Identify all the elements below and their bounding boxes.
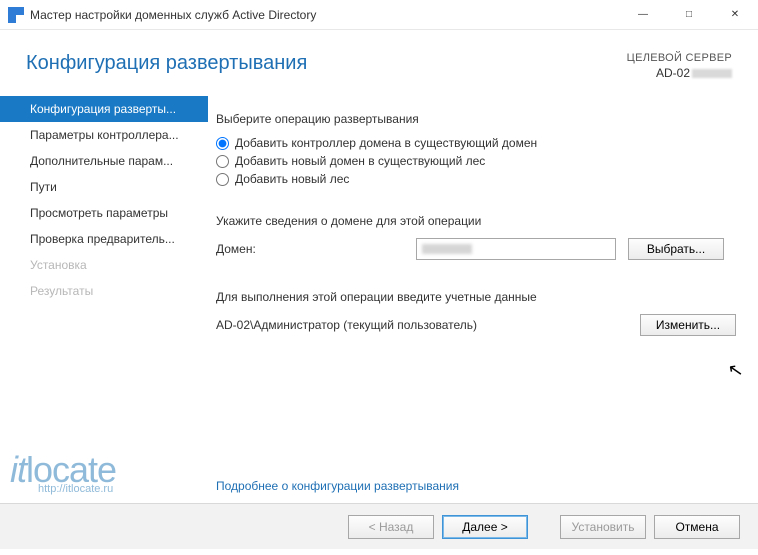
radio-input-new-forest[interactable] <box>216 173 229 186</box>
sidebar-item-prereq-check[interactable]: Проверка предваритель... <box>0 226 208 252</box>
more-info-link[interactable]: Подробнее о конфигурации развертывания <box>216 479 459 493</box>
sidebar-item-additional-options[interactable]: Дополнительные парам... <box>0 148 208 174</box>
minimize-button[interactable]: — <box>620 0 666 30</box>
radio-add-new-forest[interactable]: Добавить новый лес <box>216 172 736 186</box>
select-domain-button[interactable]: Выбрать... <box>628 238 724 260</box>
sidebar-item-paths[interactable]: Пути <box>0 174 208 200</box>
window-title: Мастер настройки доменных служб Active D… <box>30 8 620 22</box>
sidebar-item-review-options[interactable]: Просмотреть параметры <box>0 200 208 226</box>
page-title: Конфигурация развертывания <box>26 52 307 75</box>
mouse-cursor-icon: ↖ <box>726 359 745 382</box>
close-button[interactable]: ✕ <box>712 0 758 30</box>
radio-add-domain-existing-forest[interactable]: Добавить новый домен в существующий лес <box>216 154 736 168</box>
next-button[interactable]: Далее > <box>442 515 528 539</box>
back-button: < Назад <box>348 515 434 539</box>
page-header: Конфигурация развертывания ЦЕЛЕВОЙ СЕРВЕ… <box>0 30 758 90</box>
radio-label: Добавить контроллер домена в существующи… <box>235 136 537 150</box>
wizard-footer: < Назад Далее > Установить Отмена <box>0 503 758 549</box>
sidebar-item-deployment-config[interactable]: Конфигурация разверты... <box>0 96 208 122</box>
sidebar-item-dc-options[interactable]: Параметры контроллера... <box>0 122 208 148</box>
radio-input-add-domain[interactable] <box>216 155 229 168</box>
change-credentials-button[interactable]: Изменить... <box>640 314 736 336</box>
target-server-name: AD-02 <box>627 66 732 80</box>
domain-field-row: Домен: Выбрать... <box>216 238 736 260</box>
maximize-button[interactable]: □ <box>666 0 712 30</box>
sidebar-item-results: Результаты <box>0 278 208 304</box>
target-server-label: ЦЕЛЕВОЙ СЕРВЕР <box>627 52 732 64</box>
titlebar: Мастер настройки доменных служб Active D… <box>0 0 758 30</box>
radio-label: Добавить новый лес <box>235 172 349 186</box>
wizard-sidebar: Конфигурация разверты... Параметры контр… <box>0 90 208 503</box>
domain-field-label: Домен: <box>216 242 416 256</box>
operation-section-label: Выберите операцию развертывания <box>216 112 736 126</box>
credentials-row: AD-02\Администратор (текущий пользовател… <box>216 314 736 336</box>
domain-section-label: Укажите сведения о домене для этой опера… <box>216 214 736 228</box>
radio-add-dc-existing-domain[interactable]: Добавить контроллер домена в существующи… <box>216 136 736 150</box>
radio-input-add-dc[interactable] <box>216 137 229 150</box>
credentials-section-label: Для выполнения этой операции введите уче… <box>216 290 736 304</box>
current-account: AD-02\Администратор (текущий пользовател… <box>216 318 628 332</box>
wizard-content: Выберите операцию развертывания Добавить… <box>208 90 758 503</box>
target-server-block: ЦЕЛЕВОЙ СЕРВЕР AD-02 <box>627 52 732 80</box>
app-icon <box>8 7 24 23</box>
window-controls: — □ ✕ <box>620 0 758 30</box>
sidebar-item-installation: Установка <box>0 252 208 278</box>
radio-label: Добавить новый домен в существующий лес <box>235 154 485 168</box>
cancel-button[interactable]: Отмена <box>654 515 740 539</box>
install-button: Установить <box>560 515 646 539</box>
